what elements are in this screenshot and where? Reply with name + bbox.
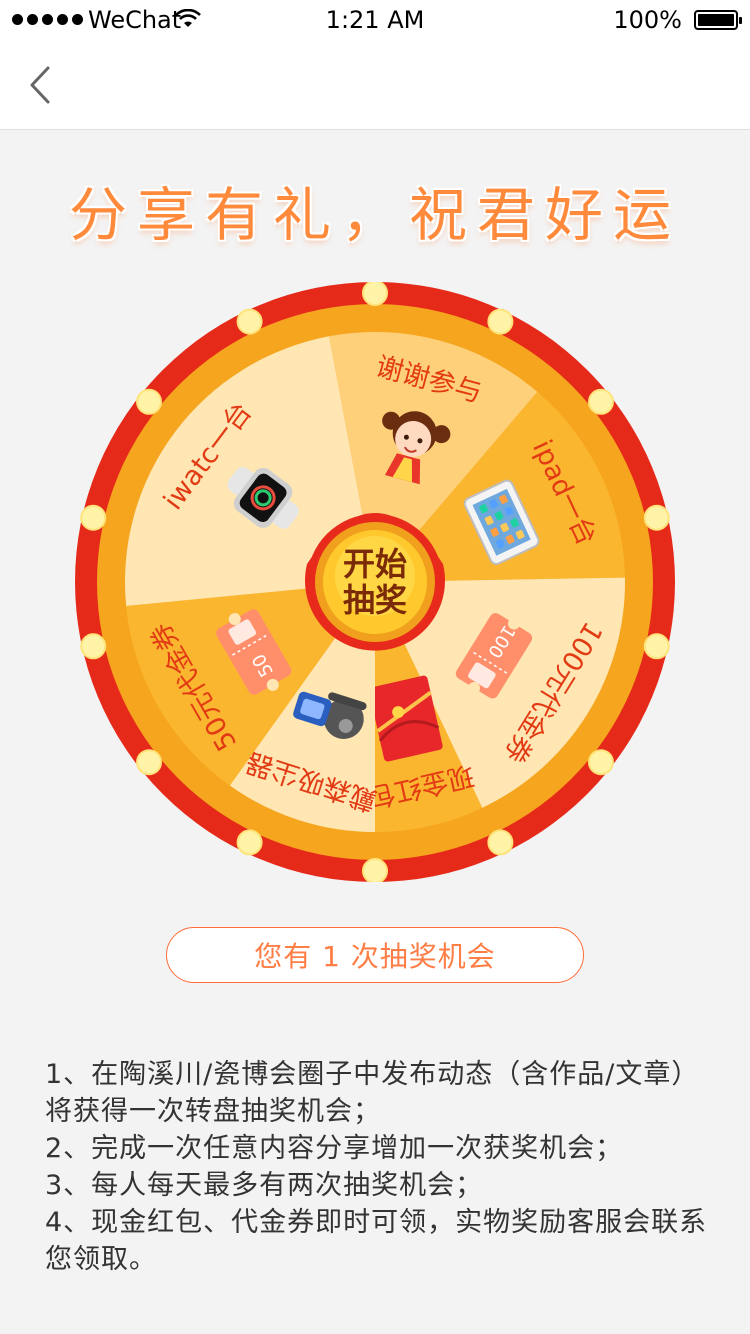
- chevron-left-icon: [30, 66, 50, 104]
- start-draw-label: 开始抽奖: [342, 545, 407, 619]
- rule-item: 3、每人每天最多有两次抽奖机会；: [45, 1170, 484, 1201]
- rim-bulb: [362, 282, 388, 306]
- rules-list: 1、在陶溪川/瓷博会圈子中发布动态（含作品/文章）将获得一次转盘抽奖机会； 2、…: [45, 1056, 725, 1278]
- rim-bulb: [80, 504, 107, 531]
- rule-item: 1、在陶溪川/瓷博会圈子中发布动态（含作品/文章）将获得一次转盘抽奖机会；: [45, 1059, 700, 1127]
- lucky-wheel: 谢谢参与 ipad一台 100元代金券 100 现金红包 戴森吸尘器 50元代金券 50 iwa…: [75, 282, 675, 882]
- rule-item: 2、完成一次任意内容分享增加一次获奖机会；: [45, 1133, 624, 1164]
- rim-bulb: [487, 308, 514, 335]
- start-draw-button[interactable]: 开始抽奖: [320, 527, 430, 637]
- rim-bulb: [236, 829, 263, 856]
- navigation-bar: [0, 40, 750, 130]
- page-headline: 分享有礼，祝君好运: [68, 181, 681, 249]
- rim-bulb: [643, 633, 670, 660]
- rim-bulb: [643, 504, 670, 531]
- back-button[interactable]: [22, 60, 62, 110]
- rim-bulb: [80, 633, 107, 660]
- rim-bulb: [587, 388, 614, 415]
- status-bar: WeChat 1:21 AM 100%: [0, 0, 750, 40]
- battery-percentage: 100%: [613, 6, 682, 34]
- rule-item: 4、现金红包、代金券即时可领，实物奖励客服会联系您领取。: [45, 1207, 708, 1275]
- rim-bulb: [487, 829, 514, 856]
- battery-icon: [694, 10, 742, 30]
- remaining-chances-badge: 您有 1 次抽奖机会: [166, 927, 584, 983]
- rim-bulb: [362, 858, 388, 882]
- rim-bulb: [587, 749, 614, 776]
- rim-bulb: [136, 388, 163, 415]
- rim-bulb: [236, 308, 263, 335]
- rim-bulb: [136, 749, 163, 776]
